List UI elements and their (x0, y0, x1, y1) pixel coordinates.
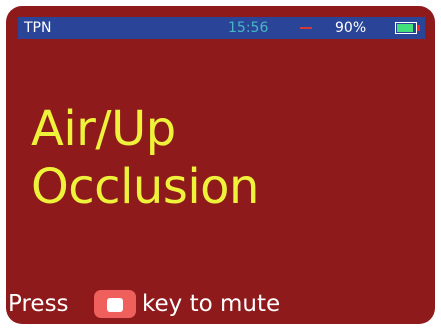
battery-cap (417, 25, 420, 31)
device-frame: TPN 15:56 90% Air/Up Occlusion Press key… (0, 0, 441, 330)
status-bar: TPN 15:56 90% (18, 17, 425, 39)
mute-instruction: Press key to mute (6, 288, 435, 320)
battery-percentage: 90% (335, 20, 367, 36)
alarm-message-line-1: Air/Up (31, 101, 176, 157)
alarm-message-line-2: Occlusion (31, 159, 259, 215)
battery-level-fill (397, 24, 413, 32)
therapy-mode-label: TPN (24, 20, 52, 36)
alarm-dash-icon (300, 27, 312, 29)
mute-instruction-suffix: key to mute (142, 291, 281, 317)
mute-instruction-prefix: Press (8, 291, 69, 317)
mute-key-icon[interactable] (94, 290, 136, 318)
battery-icon (395, 22, 421, 34)
alarm-screen: TPN 15:56 90% Air/Up Occlusion Press key… (6, 6, 435, 324)
mute-key-symbol (107, 298, 123, 312)
battery-body (395, 22, 417, 34)
clock-time: 15:56 (228, 20, 269, 36)
alarm-message: Air/Up Occlusion (31, 100, 425, 216)
